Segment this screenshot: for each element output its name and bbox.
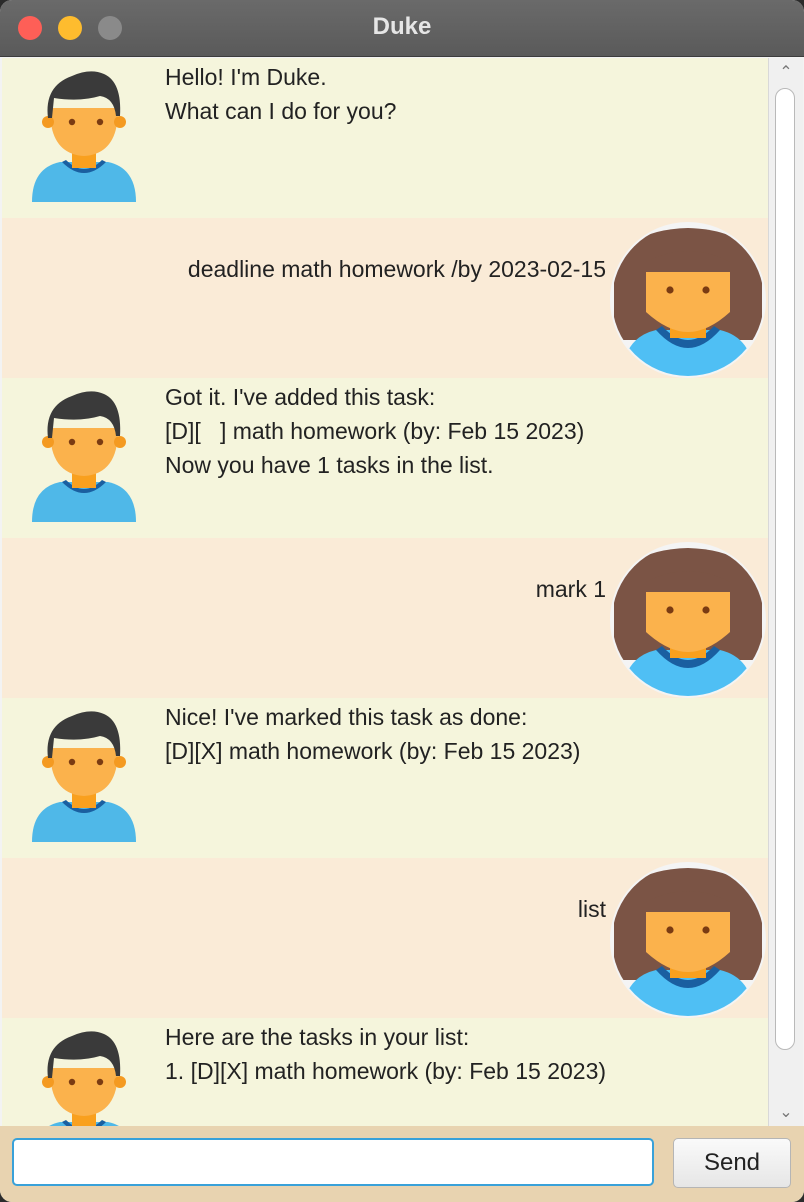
user-dialog-row: mark 1 bbox=[2, 538, 768, 698]
send-button[interactable]: Send bbox=[673, 1138, 791, 1188]
scrollbar-track[interactable] bbox=[771, 88, 795, 1050]
user-dialog-row: list bbox=[2, 858, 768, 1018]
user-avatar-icon bbox=[608, 860, 768, 1025]
duke-dialog-row: Nice! I've marked this task as done: [D]… bbox=[2, 698, 768, 858]
message-text: Here are the tasks in your list: 1. [D][… bbox=[165, 1024, 607, 1084]
scrollbar[interactable]: ⌃ ⌄ bbox=[768, 58, 803, 1126]
duke-dialog-row: Got it. I've added this task: [D][ ] mat… bbox=[2, 378, 768, 538]
message-text: Nice! I've marked this task as done: [D]… bbox=[165, 704, 581, 764]
duke-dialog-row: Hello! I'm Duke. What can I do for you? bbox=[2, 58, 768, 218]
scroll-up-icon[interactable]: ⌃ bbox=[769, 60, 803, 86]
user-input-field[interactable] bbox=[12, 1138, 654, 1186]
title-bar: Duke bbox=[0, 0, 804, 57]
duke-avatar-icon bbox=[30, 708, 138, 853]
dialog-container: Hello! I'm Duke. What can I do for you? … bbox=[2, 58, 768, 1126]
message-text: list bbox=[577, 896, 606, 922]
input-bar: Send bbox=[0, 1126, 804, 1202]
user-avatar-icon bbox=[608, 220, 768, 385]
app-window: Duke Hello! I'm Duke. What can I do for … bbox=[0, 0, 804, 1202]
scroll-down-icon[interactable]: ⌄ bbox=[769, 1100, 803, 1126]
duke-avatar-icon bbox=[30, 68, 138, 213]
user-avatar-icon bbox=[608, 540, 768, 705]
scrollbar-thumb[interactable] bbox=[775, 88, 795, 1050]
message-text: Hello! I'm Duke. What can I do for you? bbox=[165, 64, 397, 124]
message-text: Got it. I've added this task: [D][ ] mat… bbox=[165, 384, 585, 478]
message-text: deadline math homework /by 2023-02-15 bbox=[187, 256, 606, 282]
duke-dialog-row: Here are the tasks in your list: 1. [D][… bbox=[2, 1018, 768, 1126]
window-title: Duke bbox=[372, 13, 432, 40]
duke-avatar-icon bbox=[30, 1028, 138, 1126]
user-dialog-row: deadline math homework /by 2023-02-15 bbox=[2, 218, 768, 378]
duke-avatar-icon bbox=[30, 388, 138, 533]
message-text: mark 1 bbox=[535, 576, 606, 602]
